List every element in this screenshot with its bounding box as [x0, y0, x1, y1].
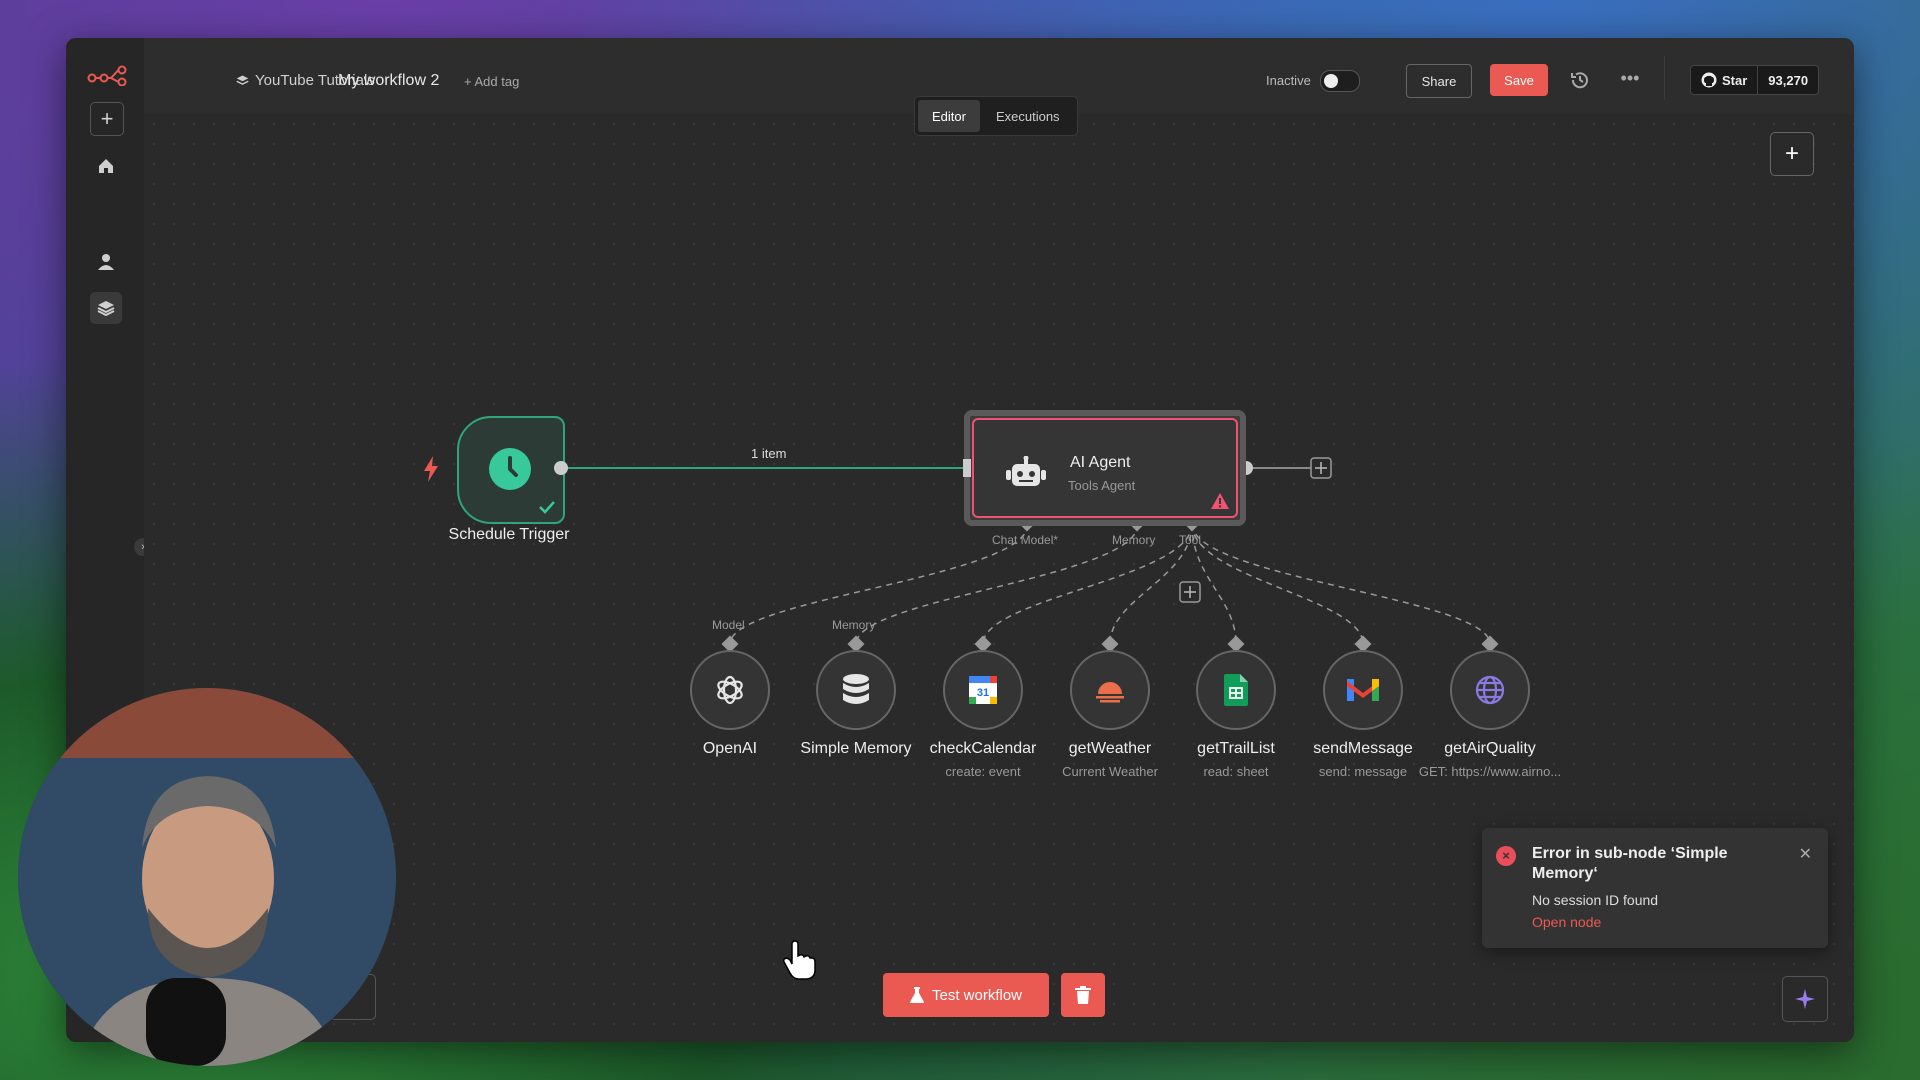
check-calendar-node[interactable]: 31 — [943, 650, 1023, 730]
database-icon — [843, 674, 869, 704]
openai-node[interactable] — [690, 650, 770, 730]
presenter-video — [18, 688, 396, 1066]
google-sheets-icon — [1224, 674, 1248, 706]
github-icon — [1701, 72, 1717, 88]
weather-icon — [1096, 682, 1124, 703]
github-star: Star — [1691, 66, 1759, 94]
header-divider — [1664, 56, 1665, 100]
tool-port-model: Model — [712, 618, 745, 632]
send-message-node[interactable] — [1323, 650, 1403, 730]
sparkle-icon — [1795, 989, 1815, 1009]
get-air-quality-node[interactable] — [1450, 650, 1530, 730]
clear-execution-button[interactable] — [1061, 973, 1105, 1017]
layers-icon — [236, 75, 249, 85]
test-workflow-button[interactable]: Test workflow — [883, 973, 1049, 1017]
flask-icon — [909, 987, 924, 1003]
port-tool: Tool — [1179, 533, 1202, 547]
hand-cursor-icon — [783, 940, 816, 980]
active-toggle[interactable] — [1320, 70, 1360, 92]
layers-icon — [97, 301, 115, 317]
tab-editor[interactable]: Editor — [918, 100, 980, 132]
simple-memory-label: Simple Memory — [800, 740, 912, 757]
history-icon[interactable] — [1568, 68, 1592, 92]
toast-message: No session ID found — [1532, 892, 1659, 908]
robot-icon — [1006, 456, 1046, 486]
warning-icon — [1211, 493, 1229, 509]
port-memory: Memory — [1112, 533, 1156, 547]
user-icon — [98, 254, 114, 270]
svg-text:31: 31 — [977, 687, 989, 699]
plus-icon: + — [1784, 140, 1799, 167]
clock-icon — [489, 448, 531, 490]
close-icon[interactable]: ✕ — [1799, 844, 1812, 864]
openai-label: OpenAI — [702, 740, 758, 757]
simple-memory-node[interactable] — [816, 650, 896, 730]
github-star-label: Star — [1722, 72, 1748, 88]
create-button[interactable]: + — [90, 102, 124, 136]
status-label: Inactive — [1266, 73, 1311, 88]
send-message-label: sendMessage — [1313, 740, 1413, 757]
workflow-name[interactable]: My workflow 2 — [338, 72, 439, 90]
plus-icon: + — [100, 106, 114, 131]
more-options-icon[interactable]: ••• — [1618, 68, 1642, 92]
lightning-icon — [424, 456, 438, 482]
toast-title: Error in sub-node ‘Simple Memory‘ — [1532, 845, 1728, 882]
get-weather-sub: Current Weather — [1062, 764, 1158, 779]
test-workflow-label: Test workflow — [931, 986, 1023, 1004]
personal-button[interactable] — [90, 246, 122, 278]
gmail-icon — [1347, 679, 1379, 701]
ai-agent-node[interactable]: AI Agent Tools Agent — [964, 410, 1246, 526]
home-button[interactable] — [90, 150, 122, 182]
edge-item-count: 1 item — [751, 446, 787, 461]
google-calendar-icon: 31 — [969, 676, 997, 704]
agent-title: AI Agent — [1070, 454, 1131, 471]
schedule-trigger-node[interactable] — [457, 416, 565, 524]
agent-subtitle: Tools Agent — [1068, 478, 1136, 493]
trigger-output-handle[interactable] — [553, 460, 569, 476]
open-node-link[interactable]: Open node — [1532, 914, 1601, 930]
projects-button[interactable] — [90, 292, 122, 324]
agent-error-frame: AI Agent Tools Agent — [972, 418, 1238, 518]
get-air-quality-sub: GET: https://www.airno... — [1418, 764, 1562, 779]
check-calendar-sub: create: event — [945, 764, 1021, 779]
tool-port-memory: Memory — [832, 618, 876, 632]
home-icon — [99, 159, 113, 173]
check-calendar-label: checkCalendar — [929, 740, 1037, 757]
get-weather-label: getWeather — [1068, 740, 1152, 757]
port-chat-model: Chat Model* — [992, 533, 1059, 547]
github-star-count: 93,270 — [1768, 72, 1809, 88]
add-tag-link[interactable]: + Add tag — [464, 74, 519, 89]
save-button[interactable]: Save — [1490, 64, 1548, 96]
error-toast: × Error in sub-node ‘Simple Memory‘ No s… — [1482, 828, 1828, 948]
add-node-button[interactable]: + — [1770, 132, 1814, 176]
success-check-icon — [539, 501, 555, 514]
trigger-label: Schedule Trigger — [448, 526, 570, 543]
toggle-knob — [1324, 74, 1338, 88]
get-weather-node[interactable] — [1070, 650, 1150, 730]
get-air-quality-label: getAirQuality — [1444, 740, 1536, 757]
get-trail-list-sub: read: sheet — [1203, 764, 1269, 779]
openai-icon — [717, 675, 743, 705]
get-trail-list-label: getTrailList — [1197, 740, 1275, 757]
agent-input-handle[interactable] — [963, 459, 975, 477]
github-star-button[interactable]: Star 93,270 — [1690, 65, 1820, 95]
trash-icon — [1075, 986, 1091, 1004]
view-tabs: Editor Executions — [914, 96, 1078, 136]
error-icon: × — [1496, 846, 1516, 866]
tab-executions[interactable]: Executions — [982, 100, 1074, 132]
share-button[interactable]: Share — [1406, 64, 1472, 98]
get-trail-list-node[interactable] — [1196, 650, 1276, 730]
globe-icon — [1475, 675, 1505, 705]
n8n-logo-icon[interactable] — [86, 64, 128, 86]
webcam-overlay — [18, 688, 396, 1066]
ask-ai-button[interactable] — [1782, 976, 1828, 1022]
